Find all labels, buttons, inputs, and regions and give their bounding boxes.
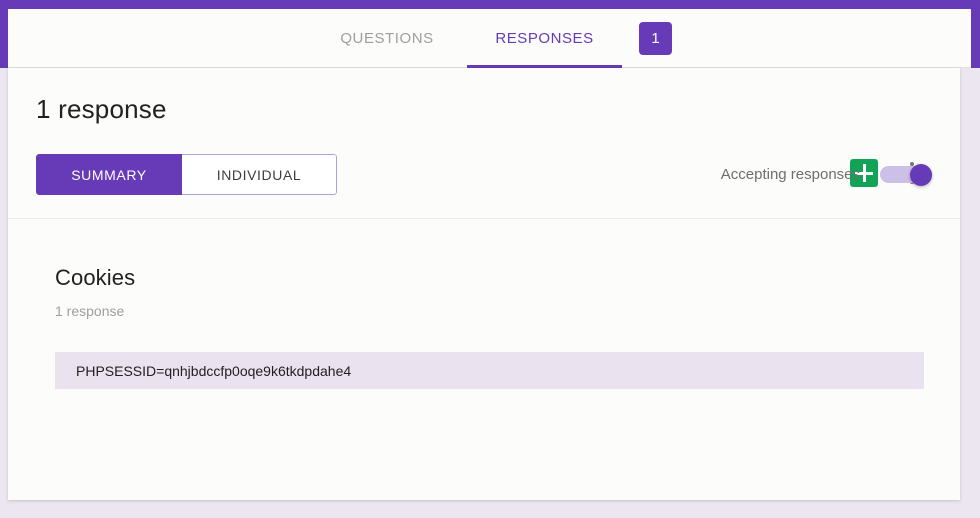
response-total-heading: 1 response <box>36 94 167 124</box>
tab-responses-label: RESPONSES <box>495 29 594 47</box>
right-purple-band <box>971 0 980 68</box>
question-response-count: 1 response <box>55 303 125 319</box>
view-toggle-group: SUMMARY INDIVIDUAL <box>36 154 337 195</box>
toggle-summary-button[interactable]: SUMMARY <box>36 154 182 195</box>
answer-row: PHPSESSID=qnhjbdccfp0oqe9k6tkdpdahe4 <box>55 352 924 389</box>
question-summary-block: Cookies 1 response PHPSESSID=qnhjbdccfp0… <box>8 219 960 389</box>
left-purple-band <box>0 0 8 68</box>
google-forms-responses-page: QUESTIONS RESPONSES 1 1 response SUMMARY… <box>0 0 980 518</box>
accepting-responses-label: Accepting responses <box>720 166 860 183</box>
form-tabs: QUESTIONS RESPONSES 1 <box>8 9 971 68</box>
answers-list: PHPSESSID=qnhjbdccfp0oqe9k6tkdpdahe4 <box>55 352 924 389</box>
toggle-thumb <box>910 164 932 186</box>
accepting-responses-toggle[interactable] <box>880 164 932 186</box>
question-title: Cookies <box>55 265 136 290</box>
response-count-badge: 1 <box>639 21 672 55</box>
accepting-responses-control: Accepting responses <box>720 164 932 186</box>
summary-header: 1 response SUMMARY INDIVIDUAL Accepting … <box>8 68 960 219</box>
toggle-individual-button[interactable]: INDIVIDUAL <box>182 154 337 195</box>
tab-questions-label: QUESTIONS <box>340 29 434 47</box>
tab-responses[interactable]: RESPONSES <box>467 9 622 68</box>
responses-card: 1 response SUMMARY INDIVIDUAL Accepting … <box>8 68 960 500</box>
tab-questions[interactable]: QUESTIONS <box>307 9 467 68</box>
